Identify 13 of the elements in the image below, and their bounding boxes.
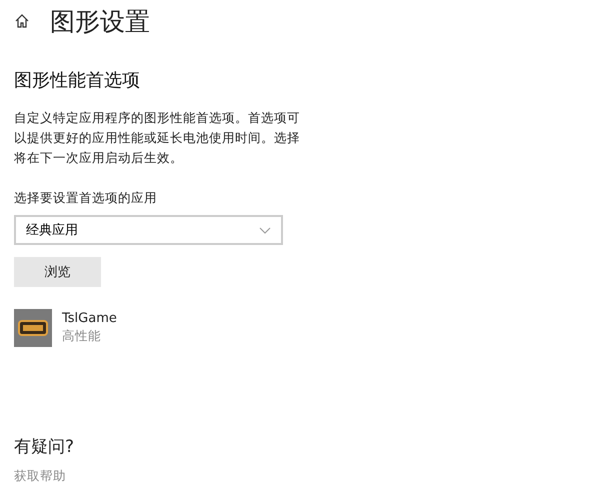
- chevron-down-icon: [259, 226, 271, 234]
- app-name: TslGame: [62, 311, 117, 326]
- browse-button[interactable]: 浏览: [14, 257, 101, 287]
- app-icon: [14, 309, 52, 347]
- field-label: 选择要设置首选项的应用: [14, 190, 158, 207]
- home-icon[interactable]: [14, 13, 30, 29]
- section-heading: 图形性能首选项: [14, 69, 141, 92]
- app-type-dropdown[interactable]: 经典应用: [14, 215, 283, 245]
- description-text: 自定义特定应用程序的图形性能首选项。首选项可以提供更好的应用性能或延长电池使用时间。选择将在下一次应用启动后生效。: [14, 109, 301, 167]
- app-preference: 高性能: [62, 328, 102, 345]
- help-link[interactable]: 获取帮助: [14, 468, 66, 484]
- page-title: 图形设置: [50, 6, 150, 38]
- help-heading: 有疑问?: [14, 436, 76, 458]
